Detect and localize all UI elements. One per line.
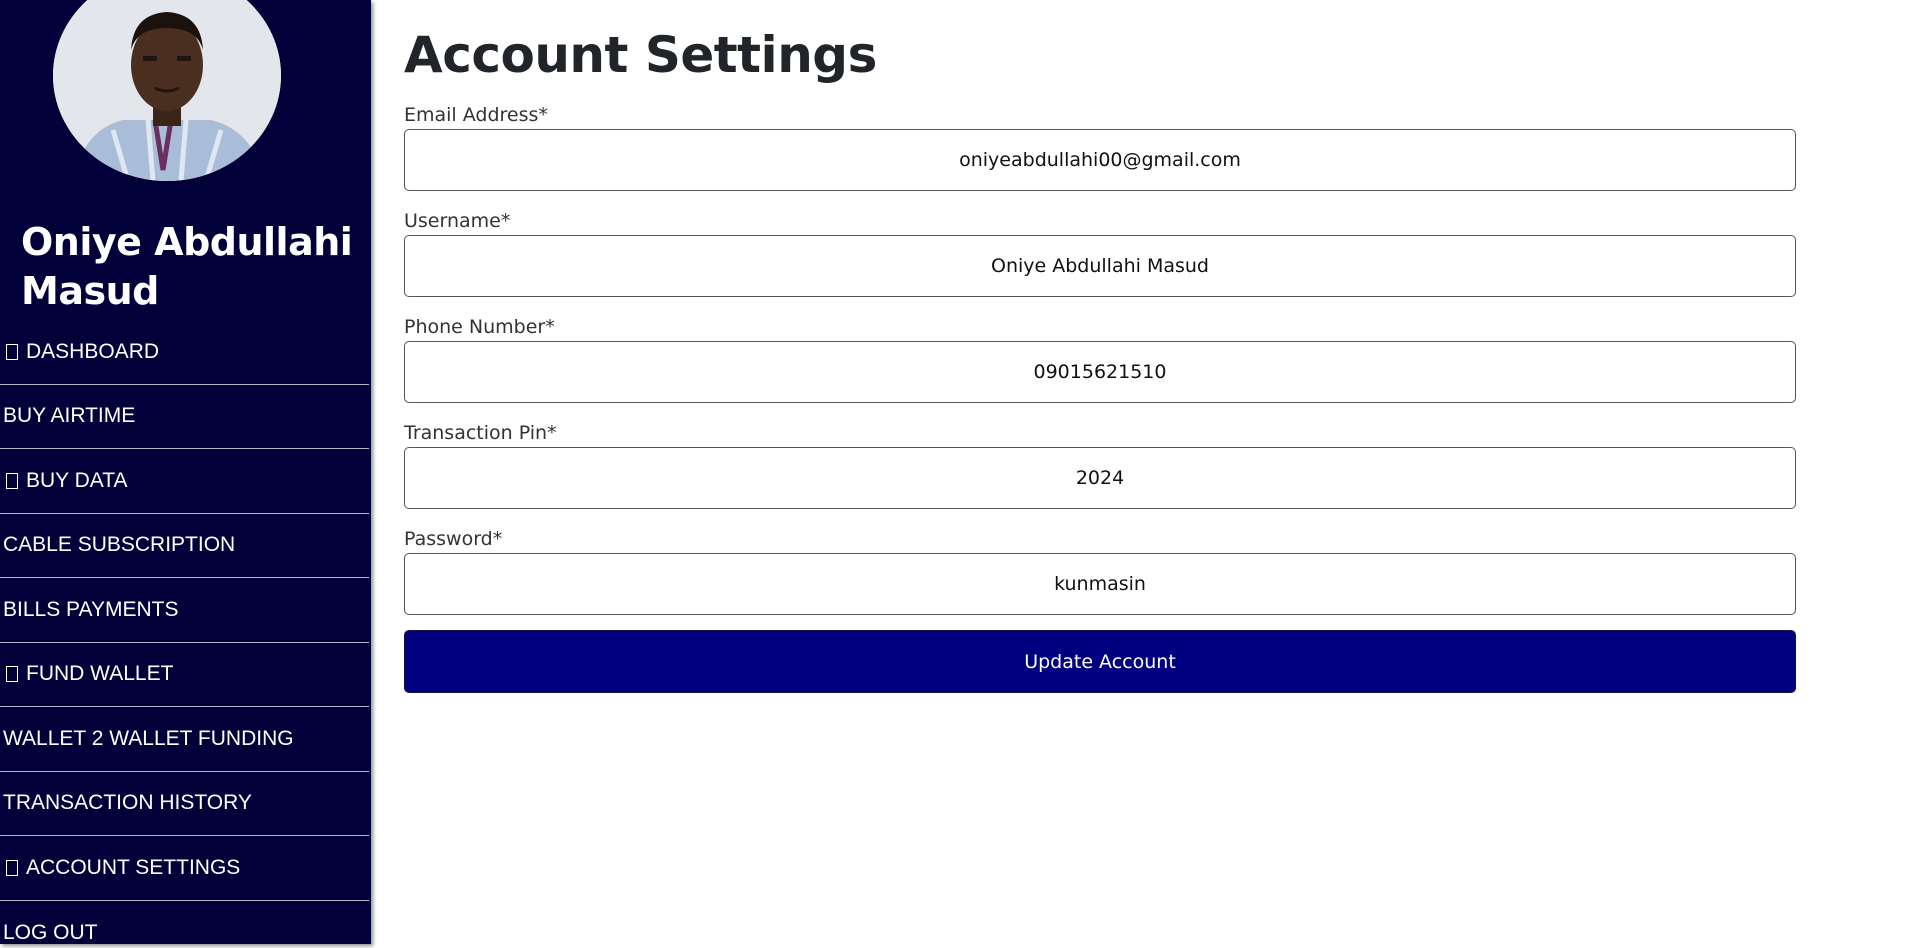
sidebar-item-bills-payments[interactable]: BILLS PAYMENTS bbox=[0, 578, 369, 643]
sidebar-item-log-out[interactable]: LOG OUT bbox=[0, 901, 369, 948]
sidebar-item-dashboard[interactable]: DASHBOARD bbox=[0, 320, 369, 385]
sidebar-item-label: FUND WALLET bbox=[26, 662, 174, 686]
username-field[interactable] bbox=[404, 235, 1796, 297]
sidebar-item-label: BUY DATA bbox=[26, 468, 128, 492]
sidebar-item-label: BILLS PAYMENTS bbox=[3, 597, 179, 621]
transaction-pin-label: Transaction Pin* bbox=[404, 422, 557, 444]
sidebar-item-label: LOG OUT bbox=[3, 920, 98, 944]
user-name: Oniye Abdullahi Masud bbox=[21, 220, 353, 313]
sidebar-item-buy-data[interactable]: BUY DATA bbox=[0, 449, 369, 514]
sidebar-item-label: BUY AIRTIME bbox=[3, 404, 136, 428]
sidebar: Oniye Abdullahi Masud DASHBOARD BUY AIRT… bbox=[0, 0, 371, 944]
phone-field[interactable] bbox=[404, 341, 1796, 403]
profile-photo bbox=[53, 0, 281, 181]
sidebar-item-fund-wallet[interactable]: FUND WALLET bbox=[0, 643, 369, 707]
sidebar-item-transaction-history[interactable]: TRANSACTION HISTORY bbox=[0, 772, 369, 836]
password-label: Password* bbox=[404, 528, 503, 550]
placeholder-glyph-icon bbox=[6, 666, 18, 683]
sidebar-item-buy-airtime[interactable]: BUY AIRTIME bbox=[0, 385, 369, 449]
placeholder-glyph-icon bbox=[6, 343, 18, 360]
page-title: Account Settings bbox=[404, 26, 877, 84]
password-field[interactable] bbox=[404, 553, 1796, 615]
sidebar-item-label: ACCOUNT SETTINGS bbox=[26, 855, 241, 879]
email-field[interactable] bbox=[404, 129, 1796, 191]
sidebar-item-label: WALLET 2 WALLET FUNDING bbox=[3, 726, 294, 750]
sidebar-nav: DASHBOARD BUY AIRTIME BUY DATA CABLE SUB… bbox=[0, 320, 369, 948]
profile-avatar[interactable] bbox=[53, 0, 281, 181]
email-label: Email Address* bbox=[404, 104, 548, 126]
update-account-button[interactable]: Update Account bbox=[404, 630, 1796, 693]
placeholder-glyph-icon bbox=[6, 859, 18, 876]
sidebar-item-wallet-2-wallet-funding[interactable]: WALLET 2 WALLET FUNDING bbox=[0, 707, 369, 772]
transaction-pin-field[interactable] bbox=[404, 447, 1796, 509]
sidebar-item-label: TRANSACTION HISTORY bbox=[3, 791, 252, 815]
sidebar-item-cable-subscription[interactable]: CABLE SUBSCRIPTION bbox=[0, 514, 369, 578]
sidebar-item-label: DASHBOARD bbox=[26, 339, 160, 363]
sidebar-item-account-settings[interactable]: ACCOUNT SETTINGS bbox=[0, 836, 369, 901]
username-label: Username* bbox=[404, 210, 511, 232]
phone-label: Phone Number* bbox=[404, 316, 555, 338]
placeholder-glyph-icon bbox=[6, 472, 18, 489]
sidebar-item-label: CABLE SUBSCRIPTION bbox=[3, 533, 236, 557]
